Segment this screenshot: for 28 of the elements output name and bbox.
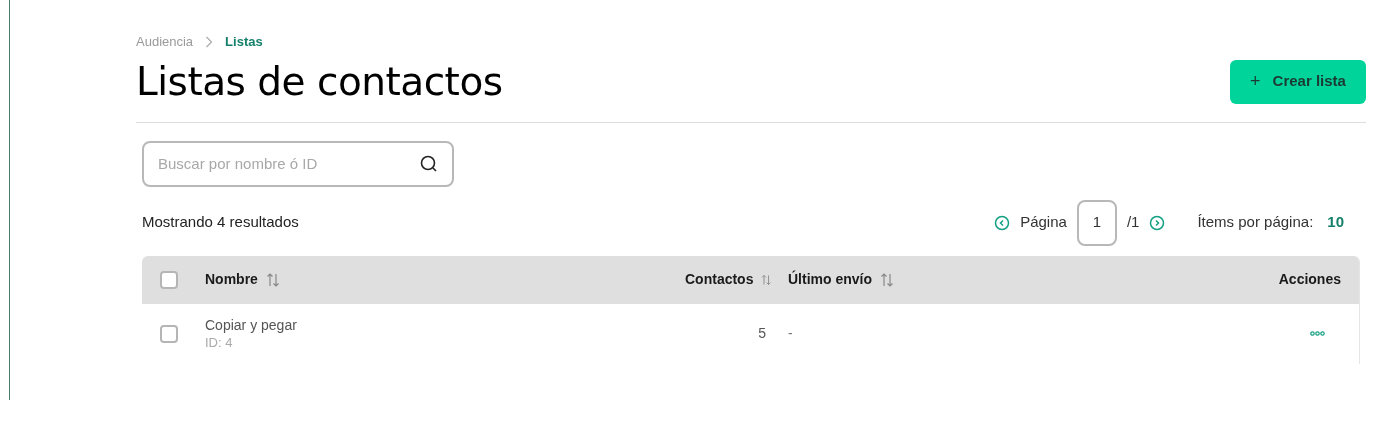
sort-icon[interactable] [880,272,894,287]
checkbox[interactable] [160,270,178,289]
next-page-icon[interactable] [1149,214,1166,231]
list-name[interactable]: Copiar y pegar [205,315,685,334]
page-title: Listas de contactos [136,57,503,106]
items-per-page-value[interactable]: 10 [1327,211,1344,234]
last-sent-date: - [788,325,793,341]
items-per-page-label: Ítems por página: [1197,212,1314,233]
sort-icon[interactable] [265,272,280,287]
more-options-icon[interactable] [1310,331,1325,336]
search-field[interactable]: Buscar por nombre ó ID [142,140,454,187]
page-input[interactable]: 1 [1076,199,1117,246]
checkbox[interactable] [160,324,178,343]
contacts-count: 5 [758,324,766,343]
column-header[interactable]: Último envío [788,269,872,290]
search-icon[interactable] [420,154,438,173]
sort-icon[interactable] [761,272,772,287]
column-header[interactable]: Contactos [685,269,754,290]
column-header[interactable]: Nombre [205,269,258,290]
column-header: Acciones [1278,270,1341,289]
list-id: ID: 4 [205,333,234,352]
chevron-right-icon [205,35,214,48]
breadcrumb-link[interactable]: Listas [225,32,263,52]
page-total: /1 [1126,212,1140,233]
page-label: Página [1020,212,1067,233]
results-count: Mostrando 4 resultados [142,212,299,233]
previous-page-icon[interactable] [994,214,1011,231]
create-list-button[interactable]: + Crear lista [1230,59,1366,104]
